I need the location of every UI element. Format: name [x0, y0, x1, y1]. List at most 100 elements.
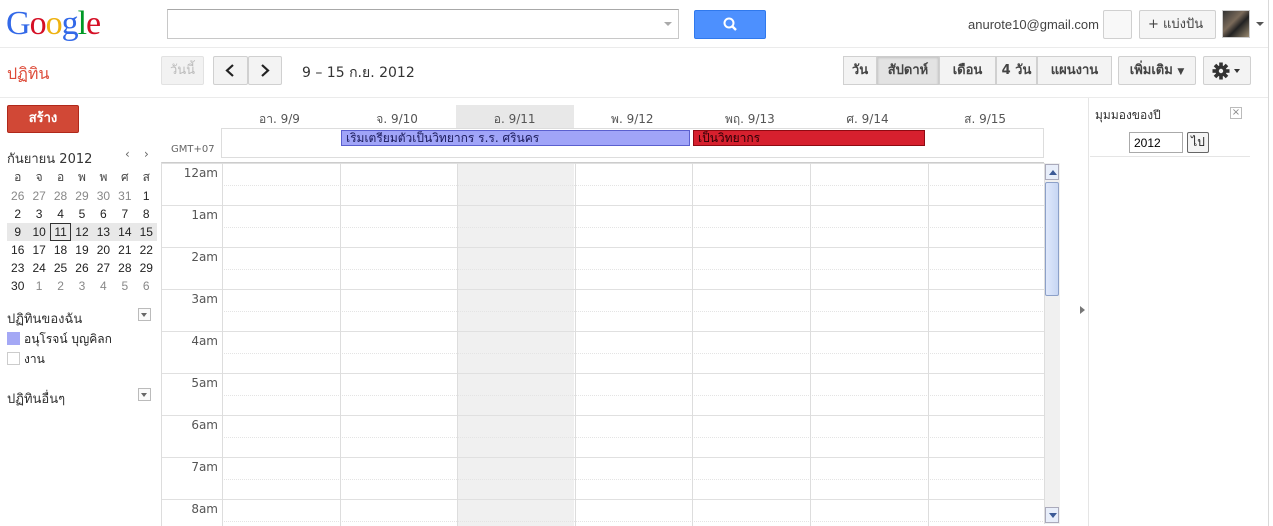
prev-week-button[interactable]: [213, 56, 248, 85]
scroll-up-icon[interactable]: [1045, 164, 1059, 180]
hour-row[interactable]: 8am: [162, 499, 1044, 526]
google-logo[interactable]: Google: [6, 6, 101, 42]
day-header[interactable]: พฤ. 9/13: [691, 110, 808, 129]
today-button[interactable]: วันนี้: [161, 56, 204, 85]
calendar-color-swatch[interactable]: [7, 352, 20, 365]
mini-calendar-day[interactable]: 26: [71, 259, 92, 277]
day-header[interactable]: อ. 9/11: [456, 110, 573, 129]
mini-calendar-day[interactable]: 4: [93, 277, 114, 295]
view-button[interactable]: เดือน: [939, 56, 996, 85]
mini-calendar-day[interactable]: 5: [114, 277, 135, 295]
mini-calendar-day[interactable]: 13: [92, 223, 115, 241]
next-week-button[interactable]: [248, 56, 282, 85]
create-event-button[interactable]: สร้าง: [7, 105, 79, 133]
mini-calendar-day[interactable]: 6: [93, 205, 114, 223]
mini-calendar-day[interactable]: 6: [136, 277, 157, 295]
collapse-panel-icon[interactable]: [1077, 302, 1087, 318]
mini-calendar-day[interactable]: 29: [136, 259, 157, 277]
hour-row[interactable]: 12am: [162, 163, 1044, 205]
mini-calendar-day[interactable]: 1: [28, 277, 49, 295]
mini-calendar-day[interactable]: 2: [7, 205, 28, 223]
view-button[interactable]: 4 วัน: [996, 56, 1037, 85]
mini-calendar-day[interactable]: 17: [28, 241, 49, 259]
other-calendars-title[interactable]: ปฏิทินอื่นๆ: [7, 388, 65, 409]
my-calendars-title[interactable]: ปฏิทินของฉัน: [7, 308, 82, 329]
view-button[interactable]: แผนงาน: [1037, 56, 1112, 85]
hour-row[interactable]: 6am: [162, 415, 1044, 457]
mini-calendar-day[interactable]: 3: [28, 205, 49, 223]
search-button[interactable]: [694, 10, 766, 39]
mini-calendar-day[interactable]: 25: [50, 259, 71, 277]
mini-prev-month-icon[interactable]: ‹: [125, 147, 130, 161]
app-title[interactable]: ปฏิทิน: [7, 62, 49, 87]
mini-calendar-day[interactable]: 5: [71, 205, 92, 223]
mini-calendar-day[interactable]: 27: [28, 187, 49, 205]
allday-event[interactable]: เริ่มเตรียมตัวเป็นวิทยากร ร.ร. ศรินคร: [341, 130, 690, 146]
more-button[interactable]: เพิ่มเติม ▼: [1118, 56, 1196, 85]
hour-row[interactable]: 7am: [162, 457, 1044, 499]
mini-calendar-day[interactable]: 2: [50, 277, 71, 295]
share-button[interactable]: + แบ่งปัน: [1139, 10, 1216, 39]
settings-button[interactable]: [1203, 56, 1251, 85]
notifications-button[interactable]: [1103, 10, 1132, 39]
account-caret-icon[interactable]: [1256, 22, 1264, 26]
mini-calendar-day[interactable]: 30: [7, 277, 28, 295]
mini-calendar-day[interactable]: 15: [135, 223, 157, 241]
mini-calendar-day[interactable]: 30: [93, 187, 114, 205]
avatar[interactable]: [1222, 10, 1250, 38]
close-icon[interactable]: ×: [1230, 107, 1242, 119]
day-header[interactable]: จ. 9/10: [339, 110, 456, 129]
mini-calendar-day[interactable]: 16: [7, 241, 28, 259]
mini-calendar-day[interactable]: 19: [71, 241, 92, 259]
day-header[interactable]: พ. 9/12: [574, 110, 691, 129]
mini-calendar-day[interactable]: 27: [93, 259, 114, 277]
other-calendars-menu-icon[interactable]: [138, 388, 151, 401]
mini-calendar-day[interactable]: 24: [28, 259, 49, 277]
mini-calendar-day[interactable]: 8: [136, 205, 157, 223]
mini-calendar-day[interactable]: 28: [114, 259, 135, 277]
mini-calendar-day[interactable]: 9: [7, 223, 29, 241]
mini-calendar-day[interactable]: 14: [114, 223, 136, 241]
search-options-caret-icon[interactable]: [664, 22, 672, 26]
my-calendars-menu-icon[interactable]: [138, 308, 151, 321]
calendar-item[interactable]: อนุโรจน์ บุญคิลก: [7, 330, 112, 349]
mini-calendar-day[interactable]: 29: [71, 187, 92, 205]
calendar-color-swatch[interactable]: [7, 332, 20, 345]
year-input[interactable]: [1129, 132, 1183, 153]
scroll-down-icon[interactable]: [1045, 507, 1059, 523]
mini-next-month-icon[interactable]: ›: [144, 147, 149, 161]
week-grid[interactable]: 12am 1am 2am 3am 4am 5am 6am 7am 8am: [161, 162, 1044, 526]
hour-row[interactable]: 4am: [162, 331, 1044, 373]
mini-calendar-day[interactable]: 31: [114, 187, 135, 205]
go-button[interactable]: ไป: [1187, 132, 1209, 153]
mini-calendar-day[interactable]: 4: [50, 205, 71, 223]
day-header[interactable]: ส. 9/15: [927, 110, 1044, 129]
mini-calendar-day[interactable]: 3: [71, 277, 92, 295]
mini-calendar-day[interactable]: 11: [49, 223, 72, 241]
mini-calendar-day[interactable]: 21: [114, 241, 135, 259]
hour-row[interactable]: 3am: [162, 289, 1044, 331]
account-email[interactable]: anurote10@gmail.com: [968, 17, 1099, 32]
mini-calendar-day[interactable]: 7: [114, 205, 135, 223]
view-button[interactable]: วัน: [843, 56, 877, 85]
scrollbar-thumb[interactable]: [1045, 182, 1059, 296]
view-button[interactable]: สัปดาห์: [877, 56, 939, 85]
mini-calendar-day[interactable]: 1: [136, 187, 157, 205]
mini-calendar-day[interactable]: 12: [71, 223, 93, 241]
mini-calendar-month[interactable]: กันยายน 2012: [7, 148, 92, 169]
mini-calendar-day[interactable]: 10: [28, 223, 50, 241]
mini-calendar-day[interactable]: 23: [7, 259, 28, 277]
mini-calendar-day[interactable]: 20: [93, 241, 114, 259]
calendar-item[interactable]: งาน: [7, 350, 45, 369]
hour-row[interactable]: 2am: [162, 247, 1044, 289]
hour-row[interactable]: 5am: [162, 373, 1044, 415]
allday-event[interactable]: เป็นวิทยากร: [693, 130, 925, 146]
day-header[interactable]: อา. 9/9: [221, 110, 338, 129]
hour-row[interactable]: 1am: [162, 205, 1044, 247]
day-header[interactable]: ศ. 9/14: [809, 110, 926, 129]
mini-calendar-day[interactable]: 22: [136, 241, 157, 259]
mini-calendar-day[interactable]: 26: [7, 187, 28, 205]
mini-calendar-day[interactable]: 18: [50, 241, 71, 259]
mini-calendar-day[interactable]: 28: [50, 187, 71, 205]
search-input[interactable]: [167, 9, 679, 39]
